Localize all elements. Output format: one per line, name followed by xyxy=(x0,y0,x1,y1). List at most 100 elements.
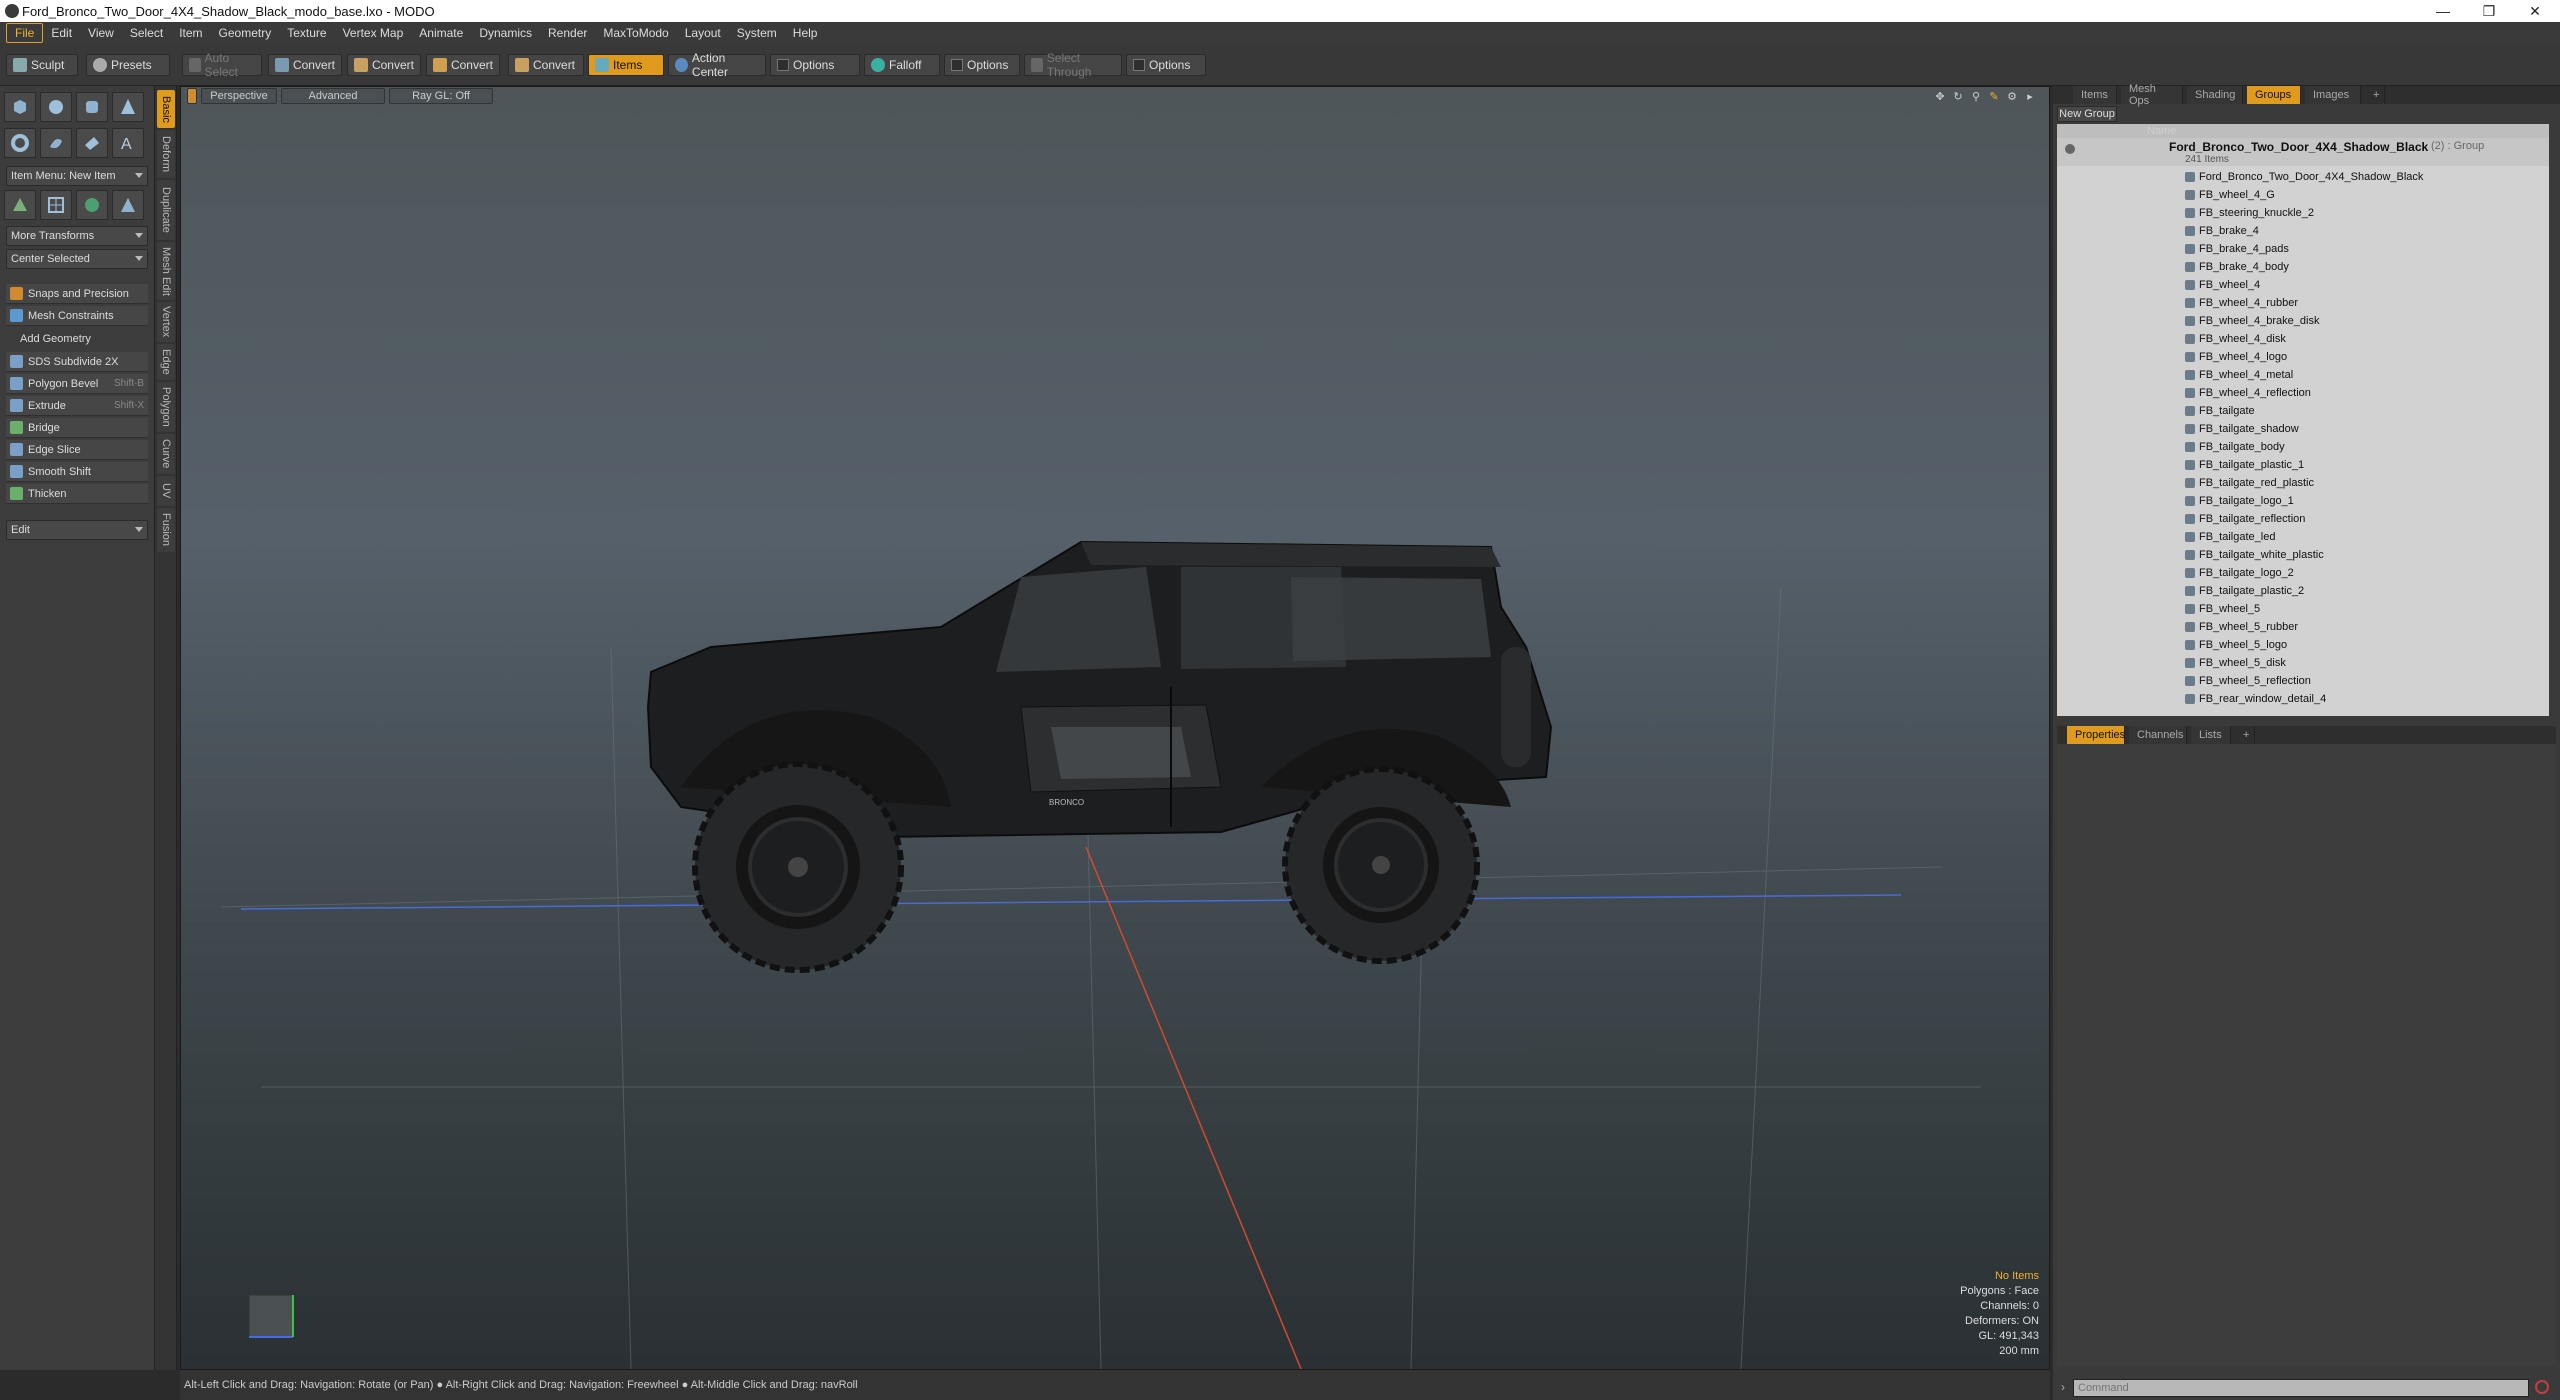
list-item[interactable]: FB_wheel_4_G xyxy=(2057,186,2549,204)
ford-bronco-model[interactable] xyxy=(646,540,1553,973)
item-menu-dropdown[interactable]: Item Menu: New Item xyxy=(6,166,148,186)
polygon-bevel-button[interactable]: Polygon Bevel Shift-B xyxy=(6,374,148,394)
list-item[interactable]: FB_tailgate_led xyxy=(2057,528,2549,546)
tab-items[interactable]: Items xyxy=(2073,86,2117,104)
visibility-eye-icon[interactable] xyxy=(2065,144,2075,154)
text-primitive-icon[interactable]: A xyxy=(112,128,144,158)
menu-help[interactable]: Help xyxy=(785,24,826,42)
list-item[interactable]: FB_steering_knuckle_2 xyxy=(2057,204,2549,222)
convert-vertices-button[interactable]: Convert xyxy=(268,54,342,76)
add-geometry-section[interactable]: Add Geometry xyxy=(6,330,148,348)
presets-button[interactable]: Presets xyxy=(86,54,170,76)
cone-primitive-icon[interactable] xyxy=(112,92,144,122)
list-item[interactable]: FB_tailgate_plastic_2 xyxy=(2057,582,2549,600)
list-item[interactable]: FB_brake_4_body xyxy=(2057,258,2549,276)
list-item[interactable]: FB_wheel_4_brake_disk xyxy=(2057,312,2549,330)
tab-deform[interactable]: Deform xyxy=(157,130,175,178)
falloff-button[interactable]: Falloff xyxy=(864,54,940,76)
convert-polygons-button[interactable]: Convert xyxy=(426,54,500,76)
menu-animate[interactable]: Animate xyxy=(411,24,471,42)
action-center-button[interactable]: Action Center xyxy=(668,51,766,79)
menu-file[interactable]: File xyxy=(6,23,44,43)
3d-viewport[interactable]: Perspective Advanced Ray GL: Off ✥ ↻ ⚲ ✎… xyxy=(180,86,2050,1370)
cylinder-primitive-icon[interactable] xyxy=(76,92,108,122)
restore-button[interactable]: ❐ xyxy=(2466,0,2512,22)
list-item[interactable]: FB_wheel_5_rubber xyxy=(2057,618,2549,636)
list-item[interactable]: FB_wheel_4 xyxy=(2057,276,2549,294)
list-item[interactable]: FB_wheel_4_disk xyxy=(2057,330,2549,348)
convert-edges-button[interactable]: Convert xyxy=(347,54,421,76)
menu-select[interactable]: Select xyxy=(122,24,171,42)
tab-channels[interactable]: Channels xyxy=(2129,726,2187,744)
torus-primitive-icon[interactable] xyxy=(4,128,36,158)
tab-images[interactable]: Images xyxy=(2305,86,2361,104)
cube-primitive-icon[interactable] xyxy=(4,92,36,122)
center-selected-dropdown[interactable]: Center Selected xyxy=(6,249,148,269)
tab-mesh-edit[interactable]: Mesh Edit xyxy=(157,242,175,300)
menu-edit[interactable]: Edit xyxy=(43,24,80,42)
convert-materials-button[interactable]: Convert xyxy=(508,54,584,76)
new-group-button[interactable]: New Group xyxy=(2057,106,2117,122)
menu-texture[interactable]: Texture xyxy=(279,24,334,42)
menu-vertex-map[interactable]: Vertex Map xyxy=(335,24,412,42)
tab-mesh-ops[interactable]: Mesh Ops xyxy=(2121,83,2183,107)
tab-curve[interactable]: Curve xyxy=(157,434,175,474)
list-item[interactable]: FB_wheel_4_rubber xyxy=(2057,294,2549,312)
menu-render[interactable]: Render xyxy=(540,24,595,42)
extrude-button[interactable]: Extrude Shift-X xyxy=(6,396,148,416)
list-item[interactable]: Ford_Bronco_Two_Door_4X4_Shadow_Black xyxy=(2057,168,2549,186)
tab-vertex[interactable]: Vertex xyxy=(157,302,175,342)
mesh-constraints-button[interactable]: Mesh Constraints xyxy=(6,306,148,326)
select-through-button[interactable]: Select Through xyxy=(1024,51,1122,79)
options-button-1[interactable]: Options xyxy=(770,54,860,76)
command-input[interactable] xyxy=(2073,1379,2529,1397)
tab-groups[interactable]: Groups xyxy=(2247,86,2301,104)
grid-icon[interactable] xyxy=(40,190,72,220)
options-checkbox-1[interactable] xyxy=(777,59,789,71)
tab-lists[interactable]: Lists xyxy=(2191,726,2231,744)
options-button-2[interactable]: Options xyxy=(944,54,1020,76)
list-item[interactable]: FB_tailgate_white_plastic xyxy=(2057,546,2549,564)
add-bottom-tab-button[interactable]: + xyxy=(2235,726,2255,744)
menu-layout[interactable]: Layout xyxy=(677,24,729,42)
tab-uv[interactable]: UV xyxy=(157,476,175,506)
smooth-shift-button[interactable]: Smooth Shift xyxy=(6,462,148,482)
capsule-primitive-icon[interactable] xyxy=(40,128,72,158)
snaps-precision-button[interactable]: Snaps and Precision xyxy=(6,284,148,304)
edge-slice-button[interactable]: Edge Slice xyxy=(6,440,148,460)
menu-dynamics[interactable]: Dynamics xyxy=(471,24,540,42)
tab-properties[interactable]: Properties xyxy=(2067,726,2125,744)
list-item[interactable]: FB_wheel_4_reflection xyxy=(2057,384,2549,402)
list-item[interactable]: FB_brake_4_pads xyxy=(2057,240,2549,258)
tab-shading[interactable]: Shading xyxy=(2187,86,2243,104)
bridge-button[interactable]: Bridge xyxy=(6,418,148,438)
list-item[interactable]: FB_wheel_4_metal xyxy=(2057,366,2549,384)
options-button-3[interactable]: Options xyxy=(1126,54,1206,76)
pyramid-icon[interactable] xyxy=(112,190,144,220)
options-checkbox-3[interactable] xyxy=(1133,59,1145,71)
auto-select-button[interactable]: Auto Select xyxy=(182,51,262,79)
list-item[interactable]: FB_wheel_5_logo xyxy=(2057,636,2549,654)
tab-edge[interactable]: Edge xyxy=(157,344,175,380)
list-item[interactable]: FB_wheel_4_logo xyxy=(2057,348,2549,366)
list-item[interactable]: FB_wheel_5 xyxy=(2057,600,2549,618)
add-tab-button[interactable]: + xyxy=(2365,86,2385,104)
menu-item[interactable]: Item xyxy=(171,24,210,42)
list-item[interactable]: FB_tailgate xyxy=(2057,402,2549,420)
sds-subdivide-button[interactable]: SDS Subdivide 2X xyxy=(6,352,148,372)
list-item[interactable]: FB_tailgate_logo_2 xyxy=(2057,564,2549,582)
more-transforms-dropdown[interactable]: More Transforms xyxy=(6,226,148,246)
tab-polygon[interactable]: Polygon xyxy=(157,382,175,432)
tab-duplicate[interactable]: Duplicate xyxy=(157,180,175,240)
edit-dropdown[interactable]: Edit xyxy=(6,520,148,540)
list-item[interactable]: FB_tailgate_shadow xyxy=(2057,420,2549,438)
list-item[interactable]: FB_rear_window_detail_4 xyxy=(2057,690,2549,708)
orientation-gizmo[interactable] xyxy=(248,1294,294,1338)
list-item[interactable]: FB_tailgate_plastic_1 xyxy=(2057,456,2549,474)
options-checkbox-2[interactable] xyxy=(951,59,963,71)
thicken-button[interactable]: Thicken xyxy=(6,484,148,504)
minimize-button[interactable]: — xyxy=(2420,0,2466,22)
plane-primitive-icon[interactable] xyxy=(76,128,108,158)
items-mode-button[interactable]: Items xyxy=(588,54,664,76)
menu-view[interactable]: View xyxy=(80,24,122,42)
